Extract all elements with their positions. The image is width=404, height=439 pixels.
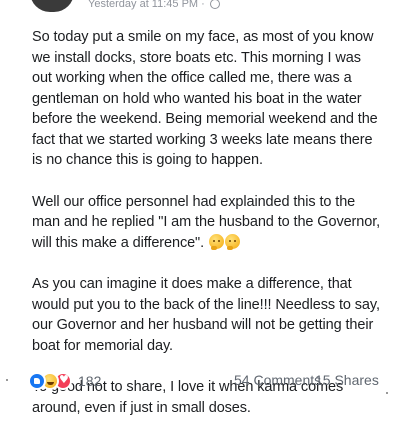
post-paragraph: As you can imagine it does make a differ… <box>32 276 380 354</box>
comments-link[interactable]: 54 Comments <box>234 372 321 388</box>
globe-icon <box>209 0 220 10</box>
edge-mark <box>6 379 8 381</box>
avatar[interactable] <box>30 0 74 12</box>
reactions-summary[interactable]: 182 <box>28 371 101 391</box>
reaction-count[interactable]: 182 <box>78 373 101 389</box>
edge-mark <box>386 392 388 394</box>
post-timestamp[interactable]: Yesterday at 11:45 PM <box>88 0 198 10</box>
thinking-face-emoji <box>208 233 224 250</box>
post-paragraph: So today put a smile on my face, as most… <box>32 29 378 168</box>
post-paragraph-text: Well our office personnel had explainded… <box>32 193 381 251</box>
shares-link[interactable]: 15 Shares <box>315 372 379 388</box>
post-footer: 182 54 Comments 15 Shares <box>28 371 379 393</box>
post-timestamp-row: Yesterday at 11:45 PM · <box>88 0 220 10</box>
thinking-face-emoji <box>224 233 240 250</box>
post-paragraph: Well our office personnel had explainded… <box>32 192 384 254</box>
post-header: Yesterday at 11:45 PM · <box>0 0 404 18</box>
like-icon <box>28 372 46 390</box>
facebook-post: Yesterday at 11:45 PM · So today put a sm… <box>0 0 404 419</box>
